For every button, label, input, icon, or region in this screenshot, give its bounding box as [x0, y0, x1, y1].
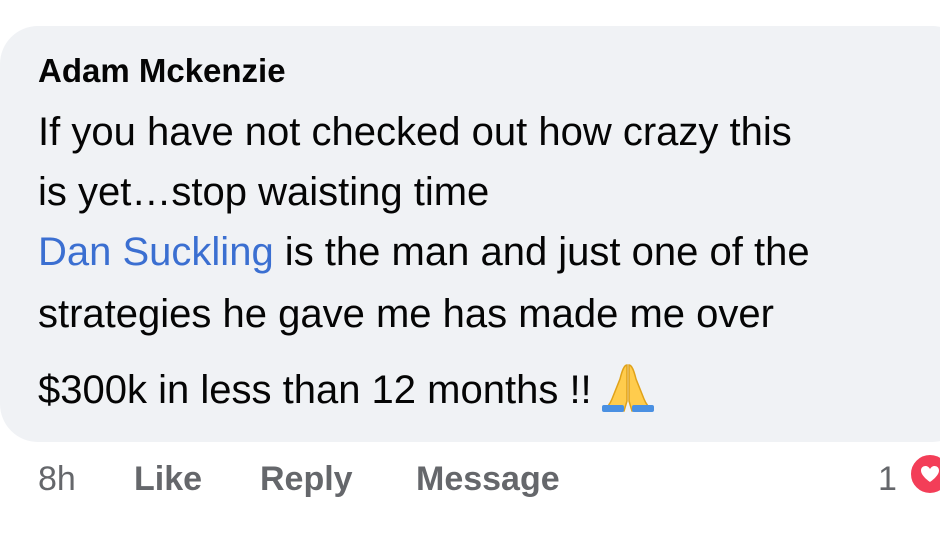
like-button[interactable]: Like: [134, 460, 202, 499]
folded-hands-icon: [600, 361, 656, 413]
comment-text-fragment: is the man and just one of the: [273, 230, 810, 274]
comment-text-line: Dan Suckling is the man and just one of …: [38, 228, 810, 276]
comment-text-line: is yet…stop waisting time: [38, 170, 490, 214]
heart-icon[interactable]: [908, 452, 940, 496]
message-button[interactable]: Message: [416, 460, 560, 499]
comment-text-line: strategies he gave me has made me over: [38, 292, 774, 336]
mention-link[interactable]: Dan Suckling: [38, 230, 274, 274]
comment-text-line: $300k in less than 12 months !!: [38, 364, 656, 414]
comment-text-line: If you have not checked out how crazy th…: [38, 110, 792, 154]
comment-author-name[interactable]: Adam Mckenzie: [38, 52, 286, 90]
reaction-count[interactable]: 1: [878, 460, 897, 499]
comment-timestamp[interactable]: 8h: [38, 460, 76, 499]
reply-button[interactable]: Reply: [260, 460, 353, 499]
comment-text-fragment: $300k in less than 12 months !!: [38, 368, 592, 412]
